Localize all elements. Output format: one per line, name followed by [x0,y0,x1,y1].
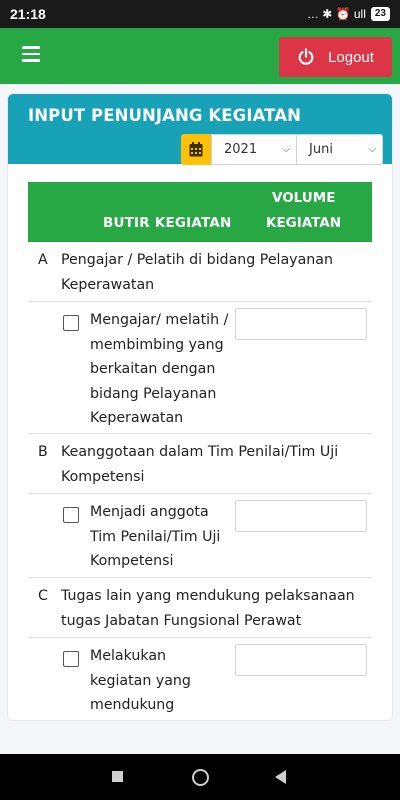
status-indicators: … ✱ ⏰ ull 23 [307,7,390,21]
status-icons: … ✱ ⏰ ull [306,7,366,21]
input-card: INPUT PENUNJANG KEGIATAN 2021 ⌵ Juni ⌵ B… [8,94,392,720]
year-select[interactable]: 2021 ⌵ [211,134,297,165]
square-icon[interactable] [112,771,123,782]
item-label: Mengajar/ melatih / membimbing yang berk… [90,312,229,426]
volume-input[interactable] [235,500,367,532]
chevron-down-icon: ⌵ [368,144,376,155]
back-triangle-icon[interactable] [275,770,286,784]
status-bar: 21:18 … ✱ ⏰ ull 23 [0,0,400,28]
category-title: Keanggotaan dalam Tim Penilai/Tim Uji Ko… [61,444,339,485]
column-header-volume-2: KEGIATAN [266,215,342,231]
category-row-b: B Keanggotaan dalam Tim Penilai/Tim Uji … [28,434,372,494]
year-value: 2021 [224,142,258,157]
category-letter: B [38,444,48,460]
item-checkbox[interactable] [63,651,79,667]
chevron-down-icon: ⌵ [282,144,290,155]
battery-icon: 23 [370,7,390,21]
table-header: BUTIR KEGIATAN VOLUME KEGIATAN [28,182,372,242]
circle-icon[interactable] [192,769,209,786]
month-select[interactable]: Juni ⌵ [297,134,383,165]
category-title: Pengajar / Pelatih di bidang Pelayanan K… [61,252,333,293]
column-header-butir: BUTIR KEGIATAN [103,215,232,231]
logout-button[interactable]: Logout [279,37,392,77]
item-checkbox[interactable] [63,507,79,523]
power-icon [297,48,315,66]
item-label: Melakukan kegiatan yang mendukung [90,648,191,713]
item-row-c: Melakukan kegiatan yang mendukung [28,638,372,720]
item-row-a: Mengajar/ melatih / membimbing yang berk… [28,302,372,434]
app-bar: Logout [0,28,400,84]
status-time: 21:18 [10,6,46,22]
category-letter: C [38,588,48,604]
month-value: Juni [309,142,333,157]
page-title: INPUT PENUNJANG KEGIATAN [28,106,302,125]
category-row-a: A Pengajar / Pelatih di bidang Pelayanan… [28,242,372,302]
category-letter: A [38,252,48,268]
logout-label: Logout [328,48,374,66]
period-picker: 2021 ⌵ Juni ⌵ [181,134,383,165]
calendar-icon[interactable] [181,134,211,165]
item-checkbox[interactable] [63,315,79,331]
category-title: Tugas lain yang mendukung pelaksanaan tu… [61,588,355,629]
volume-input[interactable] [235,308,367,340]
hamburger-icon[interactable] [22,46,40,62]
column-header-volume: VOLUME [272,190,336,206]
volume-input[interactable] [235,644,367,676]
item-row-b: Menjadi anggota Tim Penilai/Tim Uji Komp… [28,494,372,578]
item-label: Menjadi anggota Tim Penilai/Tim Uji Komp… [90,504,221,569]
system-nav-bar [0,754,400,800]
category-row-c: C Tugas lain yang mendukung pelaksanaan … [28,578,372,638]
